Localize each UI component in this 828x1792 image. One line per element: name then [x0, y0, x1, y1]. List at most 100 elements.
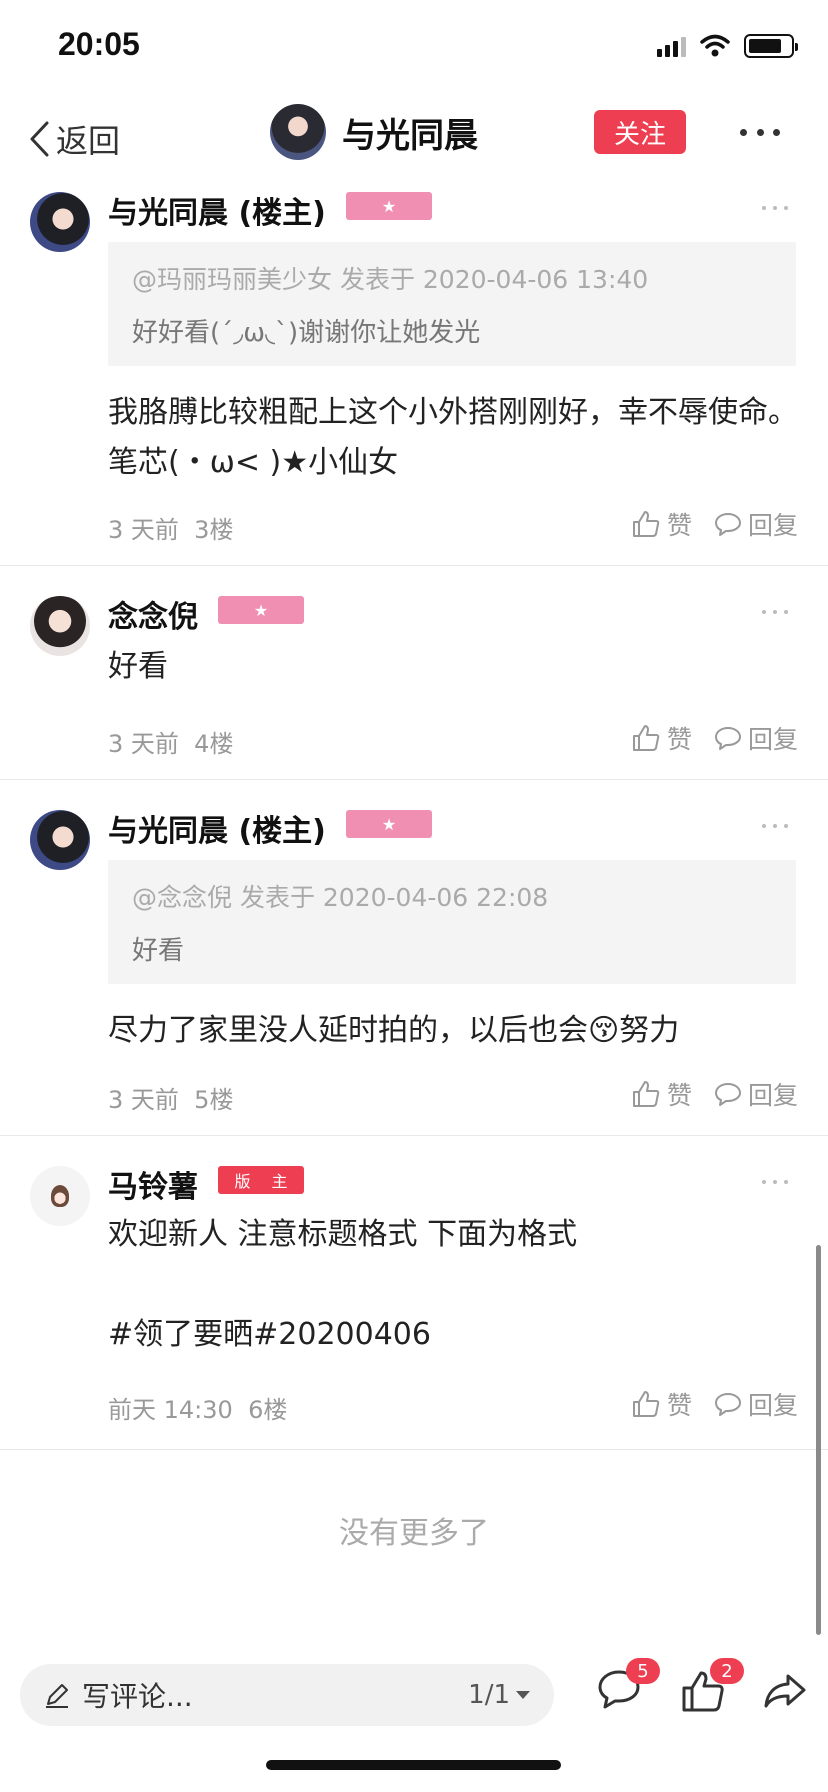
reply-button[interactable]: 回复 — [714, 1076, 798, 1112]
bottom-bar: 写评论... 1/1 5 2 — [0, 1648, 828, 1748]
post-actions: 赞 回复 — [631, 720, 798, 756]
more-icon[interactable] — [762, 824, 788, 828]
post-meta: 前天 14:30 6楼 — [108, 1390, 287, 1425]
nav-profile[interactable]: 与光同晨 — [270, 104, 478, 160]
share-button[interactable] — [762, 1668, 812, 1718]
comments-button[interactable]: 5 — [596, 1658, 660, 1718]
post-meta: 3 天前 3楼 — [108, 510, 233, 545]
like-button[interactable]: 赞 — [631, 506, 692, 542]
username[interactable]: 与光同晨 (楼主) — [108, 806, 326, 850]
list-item: 与光同晨 (楼主) ★ @念念倪 发表于 2020-04-06 22:08 好看… — [0, 780, 828, 1136]
back-button[interactable]: 返回 — [28, 116, 120, 162]
quoted-comment: @念念倪 发表于 2020-04-06 22:08 好看 — [108, 860, 796, 984]
caret-down-icon — [516, 1691, 530, 1699]
reply-label: 回复 — [747, 1081, 798, 1110]
speech-bubble-icon — [714, 1083, 741, 1106]
more-options-icon[interactable] — [740, 110, 780, 154]
speech-bubble-icon — [714, 513, 741, 536]
home-indicator[interactable] — [266, 1760, 561, 1770]
reply-button[interactable]: 回复 — [714, 720, 798, 756]
quote-header: @玛丽玛丽美少女 发表于 2020-04-06 13:40 — [132, 265, 649, 294]
share-arrow-icon — [764, 1674, 806, 1708]
post-actions: 赞 回复 — [631, 1076, 798, 1112]
more-icon[interactable] — [762, 610, 788, 614]
thumbs-up-icon — [632, 1391, 660, 1417]
list-item: 与光同晨 (楼主) ★ @玛丽玛丽美少女 发表于 2020-04-06 13:4… — [0, 180, 828, 566]
avatar[interactable] — [270, 104, 326, 160]
moderator-badge: 版 主 — [218, 1166, 304, 1194]
like-button[interactable]: 赞 — [631, 720, 692, 756]
pencil-icon — [46, 1684, 68, 1708]
avatar[interactable] — [30, 1166, 90, 1226]
thumbs-up-icon — [632, 1081, 660, 1107]
page-title: 与光同晨 — [342, 115, 478, 156]
like-label: 赞 — [666, 1081, 692, 1110]
avatar[interactable] — [30, 192, 90, 252]
floor-number: 3楼 — [194, 516, 234, 544]
star-badge: ★ — [346, 810, 432, 838]
post-time: 前天 14:30 — [108, 1396, 233, 1424]
comment-text: 我胳膊比较粗配上这个小外搭刚刚好，幸不辱使命。笔芯(・ω< )★小仙女 — [108, 395, 798, 480]
username[interactable]: 与光同晨 (楼主) — [108, 188, 326, 232]
scrollbar[interactable] — [816, 1245, 821, 1635]
more-icon[interactable] — [762, 1180, 788, 1184]
reply-label: 回复 — [747, 1391, 798, 1420]
status-time: 20:05 — [58, 26, 140, 62]
comment-text: 尽力了家里没人延时拍的，以后也会😚努力 — [108, 1013, 680, 1048]
more-icon[interactable] — [762, 206, 788, 210]
end-of-list-text: 没有更多了 — [339, 1516, 489, 1551]
status-icons — [657, 34, 798, 58]
post-meta: 3 天前 4楼 — [108, 724, 233, 759]
star-badge: ★ — [218, 596, 304, 624]
like-count-badge: 2 — [710, 1658, 744, 1684]
like-post-button[interactable]: 2 — [680, 1658, 744, 1718]
quote-text: 好好看(´◞ω◟`)谢谢你让她发光 — [132, 318, 481, 348]
like-label: 赞 — [666, 725, 692, 754]
list-item: 念念倪 ★ 好看 3 天前 4楼 赞 回复 — [0, 566, 828, 780]
post-time: 3 天前 — [108, 730, 179, 758]
floor-number: 5楼 — [194, 1086, 234, 1114]
page-selector[interactable]: 1/1 — [468, 1680, 530, 1710]
reply-button[interactable]: 回复 — [714, 506, 798, 542]
like-label: 赞 — [666, 511, 692, 540]
page-number: 1/1 — [468, 1680, 510, 1710]
post-actions: 赞 回复 — [631, 506, 798, 542]
username[interactable]: 马铃薯 — [108, 1162, 198, 1206]
post-meta: 3 天前 5楼 — [108, 1080, 233, 1115]
quoted-comment: @玛丽玛丽美少女 发表于 2020-04-06 13:40 好好看(´◞ω◟`)… — [108, 242, 796, 366]
quote-header: @念念倪 发表于 2020-04-06 22:08 — [132, 883, 549, 912]
reply-button[interactable]: 回复 — [714, 1386, 798, 1422]
comment-text: 好看 — [108, 649, 168, 684]
post-time: 3 天前 — [108, 516, 179, 544]
chevron-left-icon — [30, 121, 49, 157]
username[interactable]: 念念倪 — [108, 592, 198, 636]
like-label: 赞 — [666, 1391, 692, 1420]
like-button[interactable]: 赞 — [631, 1386, 692, 1422]
status-bar: 20:05 — [0, 0, 828, 100]
nav-bar: 返回 与光同晨 关注 — [0, 100, 828, 180]
floor-number: 6楼 — [248, 1396, 288, 1424]
quote-text: 好看 — [132, 936, 185, 966]
post-actions: 赞 回复 — [631, 1386, 798, 1422]
comment-placeholder: 写评论... — [82, 1680, 193, 1713]
comment-text: 欢迎新人 注意标题格式 下面为格式 #领了要晒#20200406 — [108, 1217, 578, 1352]
follow-button[interactable]: 关注 — [594, 110, 686, 154]
star-badge: ★ — [346, 192, 432, 220]
reply-label: 回复 — [747, 725, 798, 754]
wifi-icon — [700, 34, 730, 57]
battery-icon — [744, 34, 798, 58]
comment-count-badge: 5 — [626, 1658, 660, 1684]
floor-number: 4楼 — [194, 730, 234, 758]
cellular-signal-icon — [657, 35, 686, 57]
avatar[interactable] — [30, 810, 90, 870]
speech-bubble-icon — [714, 1393, 741, 1416]
comment-input[interactable]: 写评论... 1/1 — [20, 1664, 554, 1726]
avatar[interactable] — [30, 596, 90, 656]
post-time: 3 天前 — [108, 1086, 179, 1114]
list-item: 马铃薯 版 主 欢迎新人 注意标题格式 下面为格式 #领了要晒#20200406… — [0, 1136, 828, 1450]
thumbs-up-icon — [632, 725, 660, 751]
thumbs-up-icon — [632, 511, 660, 537]
back-label: 返回 — [56, 122, 121, 160]
speech-bubble-icon — [714, 727, 741, 750]
like-button[interactable]: 赞 — [631, 1076, 692, 1112]
